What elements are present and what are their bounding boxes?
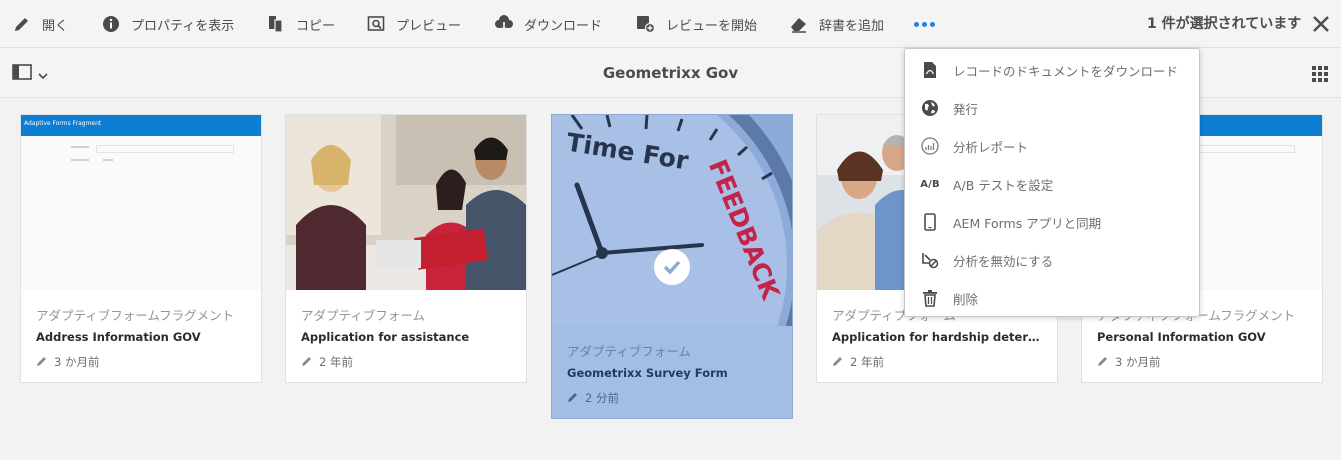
card-modified-text: 2 年前 <box>850 355 884 369</box>
card-title: Geometrixx Survey Form <box>567 366 728 380</box>
pencil-icon <box>1097 355 1109 370</box>
card-title: Application for assistance <box>301 330 470 344</box>
thumb-title: Adaptive Forms Fragment <box>24 120 102 127</box>
menu-item-publish[interactable]: 発行 <box>905 89 1199 127</box>
add-dictionary-label: 辞書を追加 <box>819 18 885 34</box>
preview-icon <box>366 14 386 34</box>
card-address-information-gov[interactable]: Adaptive Forms Fragment アダプティブフォームフラグメント… <box>20 114 262 383</box>
close-icon[interactable] <box>1310 13 1332 35</box>
analytics-icon <box>920 136 940 156</box>
card-thumbnail: Time For FEEDBACK <box>552 115 792 326</box>
checkmark-icon[interactable] <box>654 249 690 285</box>
card-modified: 2 年前 <box>301 354 511 370</box>
pencil-icon <box>12 14 32 34</box>
menu-item-label: AEM Forms アプリと同期 <box>953 215 1102 231</box>
card-modified: 3 か月前 <box>36 354 246 370</box>
card-view-icon[interactable] <box>1311 65 1329 83</box>
ab-test-icon: A/B <box>920 174 940 194</box>
preview-button[interactable]: プレビュー <box>366 0 461 48</box>
properties-button[interactable]: プロパティを表示 <box>101 0 234 48</box>
meeting-photo <box>286 115 526 290</box>
card-title: Personal Information GOV <box>1097 330 1266 344</box>
menu-item-download-dor[interactable]: レコードのドキュメントをダウンロード <box>905 51 1199 89</box>
chevron-down-icon <box>38 65 48 84</box>
rail-toggle-button[interactable] <box>12 64 52 84</box>
start-review-button[interactable]: レビューを開始 <box>636 0 757 48</box>
selection-count: 1 件が選択されています <box>1147 16 1302 32</box>
mobile-icon <box>920 212 940 232</box>
card-type: アダプティブフォーム <box>301 308 425 323</box>
card-title: Address Information GOV <box>36 330 201 344</box>
pencil-icon <box>832 355 844 370</box>
menu-item-label: 削除 <box>953 291 979 307</box>
menu-item-label: レコードのドキュメントをダウンロード <box>953 63 1179 79</box>
side-panel-icon <box>12 64 32 84</box>
preview-label: プレビュー <box>396 18 462 34</box>
review-icon <box>636 14 656 34</box>
more-actions-icon[interactable] <box>912 14 936 34</box>
pencil-icon <box>567 391 579 406</box>
menu-item-ab-test[interactable]: A/B A/B テストを設定 <box>905 165 1199 203</box>
card-application-for-assistance[interactable]: アダプティブフォーム Application for assistance 2 … <box>285 114 527 383</box>
card-type: アダプティブフォーム <box>567 344 691 359</box>
menu-item-delete[interactable]: 削除 <box>905 279 1199 317</box>
info-icon <box>101 14 121 34</box>
menu-item-analytics-report[interactable]: 分析レポート <box>905 127 1199 165</box>
card-thumbnail <box>286 115 526 290</box>
ab-test-badge: A/B <box>920 178 940 190</box>
menu-item-label: A/B テストを設定 <box>953 177 1054 193</box>
eraser-icon <box>789 14 809 34</box>
card-modified-text: 3 か月前 <box>54 355 100 369</box>
download-button[interactable]: ダウンロード <box>494 0 602 48</box>
card-modified-text: 3 か月前 <box>1115 355 1161 369</box>
card-thumbnail: Adaptive Forms Fragment <box>21 115 261 290</box>
globe-icon <box>920 98 940 118</box>
start-review-label: レビューを開始 <box>666 18 758 34</box>
card-modified-text: 2 年前 <box>319 355 353 369</box>
pdf-icon <box>920 60 940 80</box>
pencil-icon <box>36 355 48 370</box>
more-actions-menu: レコードのドキュメントをダウンロード 発行 分析レポート A/B A/B テスト… <box>904 48 1200 317</box>
action-bar: 開く プロパティを表示 コピー プレビュー ダウンロード レビューを開始 辞書を… <box>0 0 1341 48</box>
card-title: Application for hardship determinati… <box>832 330 1042 344</box>
open-button[interactable]: 開く <box>12 0 68 48</box>
card-modified-text: 2 分前 <box>585 391 619 405</box>
menu-item-label: 分析を無効にする <box>953 253 1054 269</box>
trash-icon <box>920 288 940 308</box>
copy-icon <box>266 14 286 34</box>
analytics-off-icon <box>920 250 940 270</box>
pencil-icon <box>301 355 313 370</box>
open-label: 開く <box>42 18 69 34</box>
download-label: ダウンロード <box>524 18 603 34</box>
menu-item-label: 分析レポート <box>953 139 1029 155</box>
cloud-download-icon <box>494 14 514 34</box>
copy-label: コピー <box>296 18 336 34</box>
card-geometrixx-survey-form[interactable]: Time For FEEDBACK アダプティブフォーム Geometrixx … <box>551 114 793 419</box>
card-modified: 3 か月前 <box>1097 354 1307 370</box>
properties-label: プロパティを表示 <box>131 18 235 34</box>
add-dictionary-button[interactable]: 辞書を追加 <box>789 0 884 48</box>
menu-item-sync-app[interactable]: AEM Forms アプリと同期 <box>905 203 1199 241</box>
menu-item-label: 発行 <box>953 101 979 117</box>
menu-item-disable-analytics[interactable]: 分析を無効にする <box>905 241 1199 279</box>
card-modified: 2 年前 <box>832 354 1042 370</box>
card-modified: 2 分前 <box>567 390 777 406</box>
copy-button[interactable]: コピー <box>266 0 335 48</box>
card-type: アダプティブフォームフラグメント <box>36 308 235 323</box>
